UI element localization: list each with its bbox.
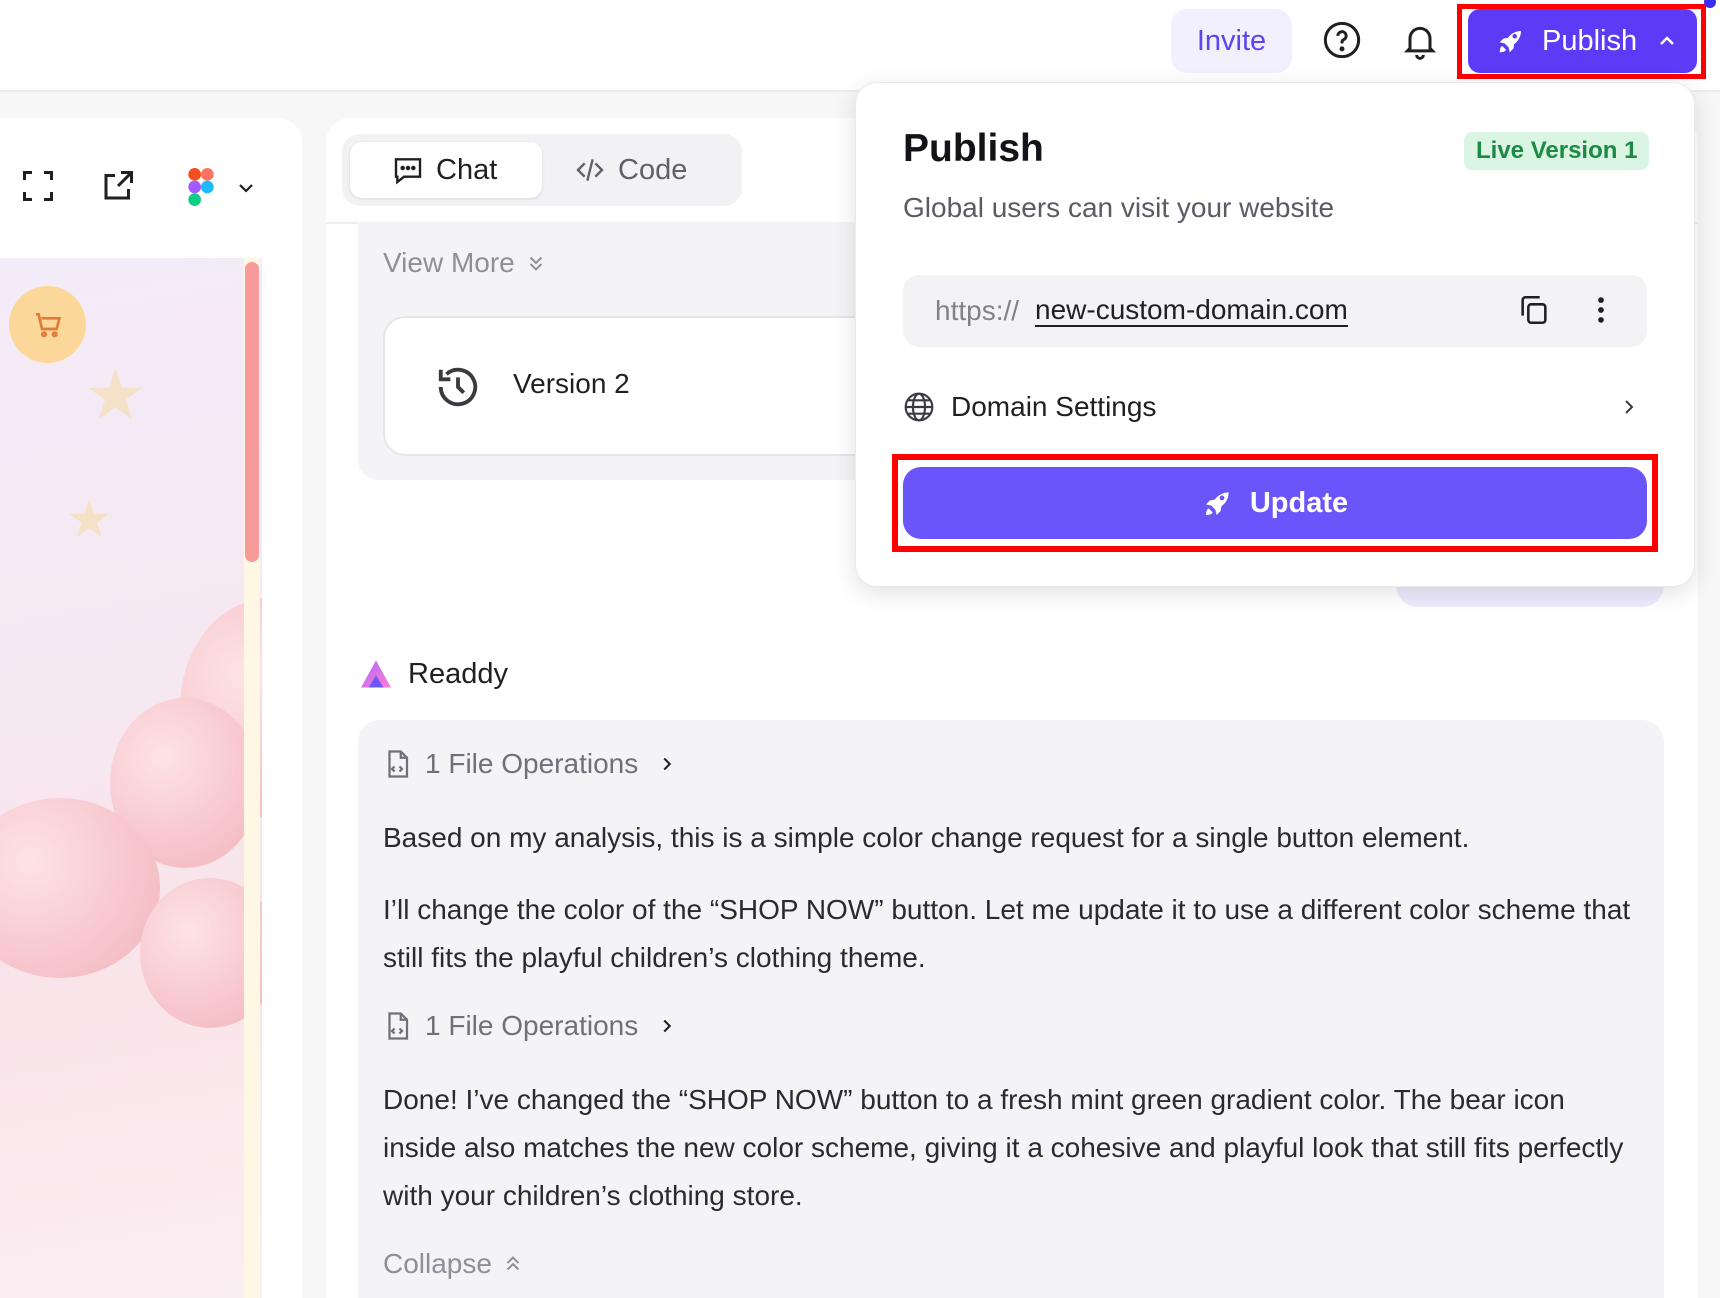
- chevron-right-icon: [663, 757, 672, 771]
- view-more-button[interactable]: View More: [383, 247, 547, 279]
- star-icon: ★: [84, 356, 147, 434]
- star-icon: ★: [66, 491, 113, 549]
- file-operations-toggle[interactable]: 1 File Operations: [383, 748, 678, 780]
- domain-settings-row[interactable]: Domain Settings: [903, 385, 1647, 429]
- domain-settings-label: Domain Settings: [951, 391, 1157, 422]
- file-operations-label: 1 File Operations: [425, 748, 639, 779]
- view-tabs: Chat Code: [342, 134, 742, 206]
- file-code-icon: [388, 1012, 409, 1040]
- live-version-badge: Live Version 1: [1464, 132, 1650, 170]
- readdy-logo-icon: [361, 660, 391, 688]
- chevron-right-icon: [1625, 400, 1634, 414]
- double-chevron-up-icon: [506, 1256, 520, 1271]
- message-paragraph: Done! I’ve changed the “SHOP NOW” button…: [383, 1084, 1624, 1211]
- history-icon: [438, 367, 478, 407]
- tab-code[interactable]: Code: [574, 142, 687, 198]
- file-operations-toggle[interactable]: 1 File Operations: [383, 1010, 678, 1042]
- invite-button[interactable]: Invite: [1171, 9, 1292, 73]
- version-label: Version 2: [513, 368, 630, 399]
- file-code-icon: [388, 750, 409, 778]
- tab-code-label: Code: [618, 153, 688, 186]
- url-domain-link[interactable]: new-custom-domain.com: [1035, 295, 1348, 327]
- figma-icon[interactable]: [188, 168, 214, 206]
- tab-chat-label: Chat: [436, 153, 498, 186]
- update-highlight-box: [892, 454, 1658, 552]
- bell-icon[interactable]: [1400, 20, 1440, 60]
- more-vertical-icon[interactable]: [1591, 293, 1611, 327]
- chevron-down-icon[interactable]: [234, 176, 258, 200]
- assistant-header: Readdy: [358, 656, 508, 692]
- fullscreen-icon[interactable]: [20, 168, 56, 204]
- copy-icon[interactable]: [1517, 293, 1551, 327]
- publish-highlight-box: [1457, 4, 1706, 79]
- preview-scrollbar-thumb[interactable]: [245, 262, 259, 562]
- collapse-button[interactable]: Collapse: [383, 1248, 524, 1280]
- chevron-right-icon: [663, 1019, 672, 1033]
- popover-subtitle: Global users can visit your website: [903, 192, 1335, 223]
- cart-button[interactable]: [9, 286, 86, 363]
- help-circle-icon[interactable]: [1322, 20, 1362, 60]
- message-paragraph: Based on my analysis, this is a simple c…: [383, 822, 1470, 853]
- version-item[interactable]: Version 2: [383, 316, 903, 456]
- website-preview: ★ ★: [0, 258, 262, 1298]
- cart-icon: [35, 312, 61, 337]
- chat-icon: [394, 158, 422, 185]
- double-chevron-down-icon: [529, 256, 542, 271]
- view-more-label: View More: [383, 247, 515, 278]
- globe-icon: [904, 392, 934, 422]
- site-url-field: https:// new-custom-domain.com: [903, 275, 1647, 347]
- tab-chat[interactable]: Chat: [350, 142, 542, 198]
- file-operations-label: 1 File Operations: [425, 1010, 639, 1041]
- popover-title: Publish: [903, 127, 1044, 170]
- collapse-label: Collapse: [383, 1248, 492, 1279]
- message-paragraph: I’ll change the color of the “SHOP NOW” …: [383, 894, 1631, 973]
- assistant-name: Readdy: [408, 657, 508, 690]
- external-link-icon[interactable]: [100, 168, 136, 204]
- url-protocol: https://: [935, 295, 1020, 326]
- code-icon: [576, 159, 604, 181]
